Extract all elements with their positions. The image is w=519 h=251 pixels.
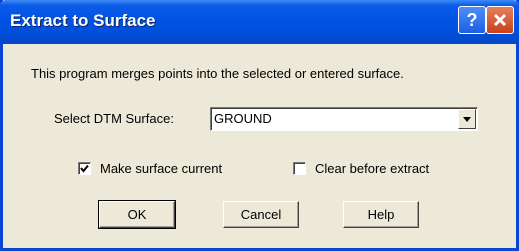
dialog-window: Extract to Surface ? This program merges… [0,0,519,251]
dropdown-arrow-icon[interactable] [458,109,476,129]
description-text: This program merges points into the sele… [31,66,404,81]
title-bar[interactable]: Extract to Surface ? [0,0,519,44]
make-surface-current-checkbox[interactable] [78,162,91,175]
dtm-surface-value: GROUND [214,111,272,126]
clear-before-extract-checkbox[interactable] [293,162,306,175]
checkmark-icon [80,164,89,173]
dtm-surface-label: Select DTM Surface: [54,111,174,126]
make-surface-current-label: Make surface current [100,161,223,176]
dtm-surface-combobox[interactable]: GROUND [210,107,478,131]
help-button[interactable]: Help [343,201,419,228]
close-icon[interactable] [486,6,514,34]
cancel-button[interactable]: Cancel [223,201,299,228]
ok-button[interactable]: OK [98,200,176,229]
clear-before-extract-label: Clear before extract [315,161,430,176]
window-title: Extract to Surface [10,11,156,30]
help-icon[interactable]: ? [458,6,486,34]
